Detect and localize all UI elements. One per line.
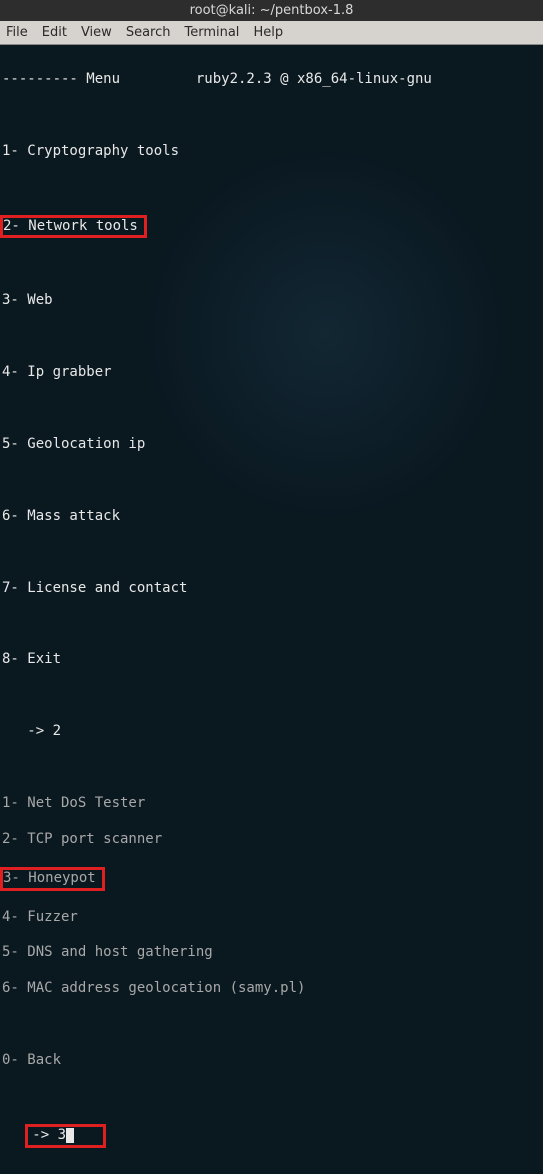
net-menu-tcp: 2- TCP port scanner [2,831,541,849]
blank-line [2,400,541,418]
menu-item-web: 3- Web [2,292,541,310]
blank-line [2,544,541,562]
net-menu-fuzzer: 4- Fuzzer [2,909,541,927]
blank-line [2,328,541,346]
blank-line [2,615,541,633]
menu-bar: File Edit View Search Terminal Help [0,21,543,45]
blank-line [2,759,541,777]
terminal-output[interactable]: --------- Menu ruby2.2.3 @ x86_64-linux-… [0,45,543,1174]
highlight-prompt-3: -> 3 [25,1124,106,1148]
menu-edit[interactable]: Edit [42,25,67,40]
net-menu-honeypot-highlight: 3- Honeypot [2,867,541,891]
blank-line [2,1016,541,1034]
menu-search[interactable]: Search [126,25,171,40]
menu-item-exit: 8- Exit [2,651,541,669]
menu-item-ipgrabber: 4- Ip grabber [2,364,541,382]
menu-item-license: 7- License and contact [2,580,541,598]
prompt-selection-2-line: -> 3 [2,1124,541,1148]
highlight-honeypot: 3- Honeypot [0,867,105,891]
blank-line [2,107,541,125]
net-menu-mac: 6- MAC address geolocation (samy.pl) [2,980,541,998]
menu-item-network-highlight: 2- Network tools [2,215,541,239]
menu-item-geolocation: 5- Geolocation ip [2,436,541,454]
prompt-arrow-text: -> 3 [32,1127,66,1143]
menu-item-massattack: 6- Mass attack [2,508,541,526]
net-menu-dos: 1- Net DoS Tester [2,795,541,813]
window-title: root@kali: ~/pentbox-1.8 [190,3,354,18]
net-menu-back: 0- Back [2,1052,541,1070]
prompt-selection-1: -> 2 [2,723,541,741]
menu-header: --------- Menu ruby2.2.3 @ x86_64-linux-… [2,71,541,89]
blank-line [2,179,541,197]
blank-line [2,256,541,274]
menu-terminal[interactable]: Terminal [184,25,239,40]
menu-file[interactable]: File [6,25,28,40]
highlight-network-tools: 2- Network tools [0,215,147,239]
blank-line [2,472,541,490]
window-title-bar: root@kali: ~/pentbox-1.8 [0,0,543,21]
terminal-cursor [66,1128,74,1143]
menu-view[interactable]: View [81,25,112,40]
blank-line [2,687,541,705]
net-menu-dns: 5- DNS and host gathering [2,944,541,962]
menu-help[interactable]: Help [253,25,283,40]
blank-line [2,1088,541,1106]
menu-item-crypto: 1- Cryptography tools [2,143,541,161]
